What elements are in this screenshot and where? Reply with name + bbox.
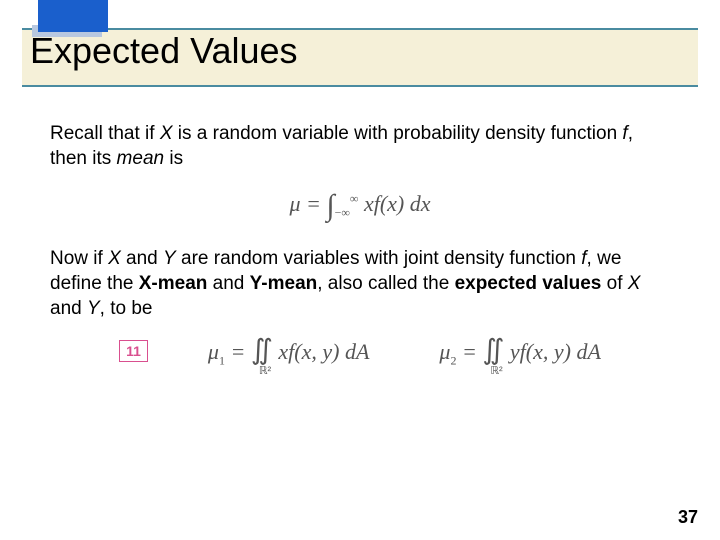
slide-header: Expected Values xyxy=(0,0,720,90)
text: and xyxy=(207,273,249,294)
sub1: 1 xyxy=(219,354,225,368)
text: Recall that if xyxy=(50,123,160,144)
sub2: 2 xyxy=(450,354,456,368)
text: is a random variable with probability de… xyxy=(173,123,623,144)
equation-2a: μ1 = ∬ℝ² xf(x, y) dA xyxy=(208,333,370,368)
page-title: Expected Values xyxy=(30,30,298,72)
limit-lo: −∞ xyxy=(335,206,350,220)
var-x: X xyxy=(628,273,641,294)
y-mean: Y-mean xyxy=(250,273,318,294)
word-mean: mean xyxy=(117,148,165,169)
text: are random variables with joint density … xyxy=(176,248,582,269)
text: of xyxy=(601,273,627,294)
region: ℝ² xyxy=(490,364,502,377)
content-area: Recall that if X is a random variable wi… xyxy=(0,90,720,369)
text: , also called the xyxy=(317,273,454,294)
paragraph-1: Recall that if X is a random variable wi… xyxy=(50,122,670,171)
text: Now if xyxy=(50,248,108,269)
equation-1: μ = ∫−∞∞ xf(x) dx xyxy=(50,189,670,223)
integrand: xf(x, y) dA xyxy=(273,339,370,364)
text: is xyxy=(164,148,183,169)
equation-row: 11 μ1 = ∬ℝ² xf(x, y) dA μ2 = ∬ℝ² yf(x, y… xyxy=(50,333,670,368)
decor-blue-box xyxy=(38,0,108,32)
var-y: Y xyxy=(163,248,176,269)
var-x: X xyxy=(108,248,121,269)
x-mean: X-mean xyxy=(139,273,208,294)
var-y: Y xyxy=(87,298,100,319)
mu: μ xyxy=(439,339,450,364)
mu: μ xyxy=(208,339,219,364)
text: , to be xyxy=(100,298,153,319)
expected-values: expected values xyxy=(455,273,602,294)
equation-2b: μ2 = ∬ℝ² yf(x, y) dA xyxy=(439,333,601,368)
region: ℝ² xyxy=(259,364,271,377)
limit-hi: ∞ xyxy=(350,192,359,206)
paragraph-2: Now if X and Y are random variables with… xyxy=(50,247,670,321)
text: and xyxy=(121,248,163,269)
page-number: 37 xyxy=(678,507,698,528)
equation-badge: 11 xyxy=(119,340,148,362)
text: and xyxy=(50,298,87,319)
var-x: X xyxy=(160,123,173,144)
integrand: yf(x, y) dA xyxy=(504,339,601,364)
